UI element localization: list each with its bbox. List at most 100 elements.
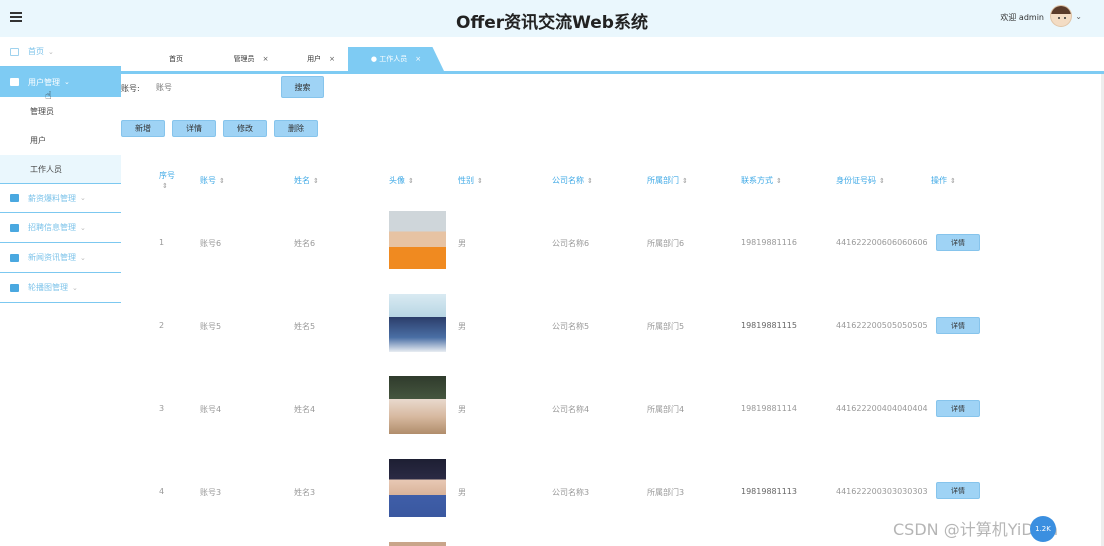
cell-company: 公司名称6 [552, 239, 590, 248]
column-header-name[interactable]: 姓名 ⇕ [294, 175, 319, 186]
cell-name: 姓名4 [294, 405, 316, 414]
cell-phone: 19819881116 [741, 238, 797, 247]
close-icon[interactable]: × [263, 55, 269, 63]
cell-idcard: 441622200303030303 [836, 487, 928, 496]
sidebar-item-label: 用户管理 [28, 77, 60, 87]
column-header-avatar[interactable]: 头像 ⇕ [389, 175, 414, 186]
cell-dept: 所属部门6 [647, 239, 685, 248]
column-header-account[interactable]: 账号 ⇕ [200, 175, 225, 186]
cell-idcard: 441622200505050505 [836, 321, 928, 330]
cell-account: 账号3 [200, 488, 222, 497]
column-header-dept[interactable]: 所属部门 ⇕ [647, 175, 688, 186]
close-icon[interactable]: × [329, 55, 335, 63]
column-header-no[interactable]: 序号 ⇕ [159, 170, 175, 190]
tab-user[interactable]: 用户 × [291, 47, 351, 71]
avatar[interactable] [1050, 5, 1072, 27]
tab-label: 首页 [169, 55, 183, 63]
delete-button[interactable]: 删除 [274, 120, 318, 137]
cell-no: 1 [159, 238, 165, 247]
sidebar-subitem-user[interactable]: 用户 [0, 126, 121, 155]
cell-idcard: 441622200404040404 [836, 404, 928, 413]
avatar-photo [389, 376, 446, 434]
sort-icon[interactable]: ⇕ [162, 182, 168, 190]
search-button[interactable]: 搜索 [281, 76, 324, 98]
sidebar-item-label: 首页 [28, 47, 44, 56]
avatar-photo [389, 542, 446, 546]
sidebar-subitem-admin[interactable]: 管理员 [0, 97, 121, 126]
sidebar-item-label: 招聘信息管理 [28, 223, 76, 232]
tab-staff[interactable]: ● 工作人员 × [348, 47, 444, 71]
column-header-idcard[interactable]: 身份证号码 ⇕ [836, 175, 885, 186]
sidebar: 首页 ⌄ 用户管理 ⌄ 管理员 用户 工作人员 薪资爆料管理 ⌄ 招聘信息管理 … [0, 37, 121, 546]
cell-dept: 所属部门3 [647, 488, 685, 497]
news-icon [10, 253, 19, 262]
cell-gender: 男 [458, 322, 466, 331]
close-icon[interactable]: × [415, 55, 421, 63]
search-input[interactable] [150, 76, 270, 98]
cell-no: 3 [159, 404, 165, 413]
avatar-hair [1051, 6, 1071, 14]
sort-icon[interactable]: ⇕ [587, 177, 593, 185]
sidebar-item-label: 薪资爆料管理 [28, 193, 76, 203]
chevron-down-icon: ⌄ [80, 223, 86, 232]
tab-bar: 首页 管理员 × 用户 × ● 工作人员 × [121, 47, 1104, 74]
edit-button[interactable]: 修改 [223, 120, 267, 137]
cell-phone: 19819881114 [741, 404, 797, 413]
sidebar-item-home[interactable]: 首页 ⌄ [0, 37, 121, 67]
chevron-down-icon[interactable]: ⌄ [1075, 12, 1082, 21]
column-header-gender[interactable]: 性别 ⇕ [458, 175, 483, 186]
sort-icon[interactable]: ⇕ [313, 177, 319, 185]
sidebar-item-user-management[interactable]: 用户管理 ⌄ [0, 67, 121, 97]
sort-icon[interactable]: ⇕ [219, 177, 225, 185]
sort-icon[interactable]: ⇕ [682, 177, 688, 185]
cell-no: 2 [159, 321, 165, 330]
avatar-eye-left [1058, 17, 1060, 19]
row-detail-button[interactable]: 详情 [936, 400, 980, 417]
tab-label: 管理员 [233, 55, 255, 63]
avatar-photo [389, 294, 446, 352]
row-detail-button[interactable]: 详情 [936, 482, 980, 499]
detail-button[interactable]: 详情 [172, 120, 216, 137]
picture-icon [10, 283, 19, 292]
sidebar-subitem-staff[interactable]: 工作人员 [0, 155, 121, 184]
tab-home[interactable]: 首页 [151, 47, 201, 71]
chevron-down-icon: ⌄ [48, 47, 54, 56]
floating-badge[interactable]: 1.2K [1030, 516, 1056, 542]
row-detail-button[interactable]: 详情 [936, 317, 980, 334]
cell-name: 姓名5 [294, 322, 316, 331]
cell-company: 公司名称5 [552, 322, 590, 331]
table-icon [10, 78, 19, 86]
cell-idcard: 441622200606060606 [836, 238, 928, 247]
sidebar-item-salary[interactable]: 薪资爆料管理 ⌄ [0, 183, 121, 213]
book-icon [10, 194, 19, 202]
cell-account: 账号4 [200, 405, 222, 414]
cell-company: 公司名称4 [552, 405, 590, 414]
add-button[interactable]: 新增 [121, 120, 165, 137]
sort-icon[interactable]: ⇕ [408, 177, 414, 185]
column-header-company[interactable]: 公司名称 ⇕ [552, 175, 593, 186]
cell-gender: 男 [458, 239, 466, 248]
sort-icon[interactable]: ⇕ [879, 177, 885, 185]
sidebar-item-news[interactable]: 新闻资讯管理 ⌄ [0, 243, 121, 273]
welcome-text: 欢迎 admin [1000, 13, 1044, 22]
cell-dept: 所属部门4 [647, 405, 685, 414]
cell-name: 姓名6 [294, 239, 316, 248]
cell-phone: 19819881113 [741, 487, 797, 496]
cell-account: 账号5 [200, 322, 222, 331]
row-detail-button[interactable]: 详情 [936, 234, 980, 251]
sort-icon[interactable]: ⇕ [477, 177, 483, 185]
cell-phone: 19819881115 [741, 321, 797, 330]
sort-icon[interactable]: ⇕ [950, 177, 956, 185]
grid-icon [10, 223, 19, 232]
app-title: Offer资讯交流Web系统 [456, 13, 648, 33]
cell-account: 账号6 [200, 239, 222, 248]
column-header-phone[interactable]: 联系方式 ⇕ [741, 175, 782, 186]
sidebar-item-recruit[interactable]: 招聘信息管理 ⌄ [0, 213, 121, 243]
tab-admin[interactable]: 管理员 × [221, 47, 281, 71]
column-header-action[interactable]: 操作 ⇕ [931, 175, 956, 186]
sort-icon[interactable]: ⇕ [776, 177, 782, 185]
sidebar-item-label: 新闻资讯管理 [28, 253, 76, 262]
home-icon [10, 47, 19, 56]
avatar-photo [389, 211, 446, 269]
sidebar-item-carousel[interactable]: 轮播图管理 ⌄ [0, 273, 121, 303]
